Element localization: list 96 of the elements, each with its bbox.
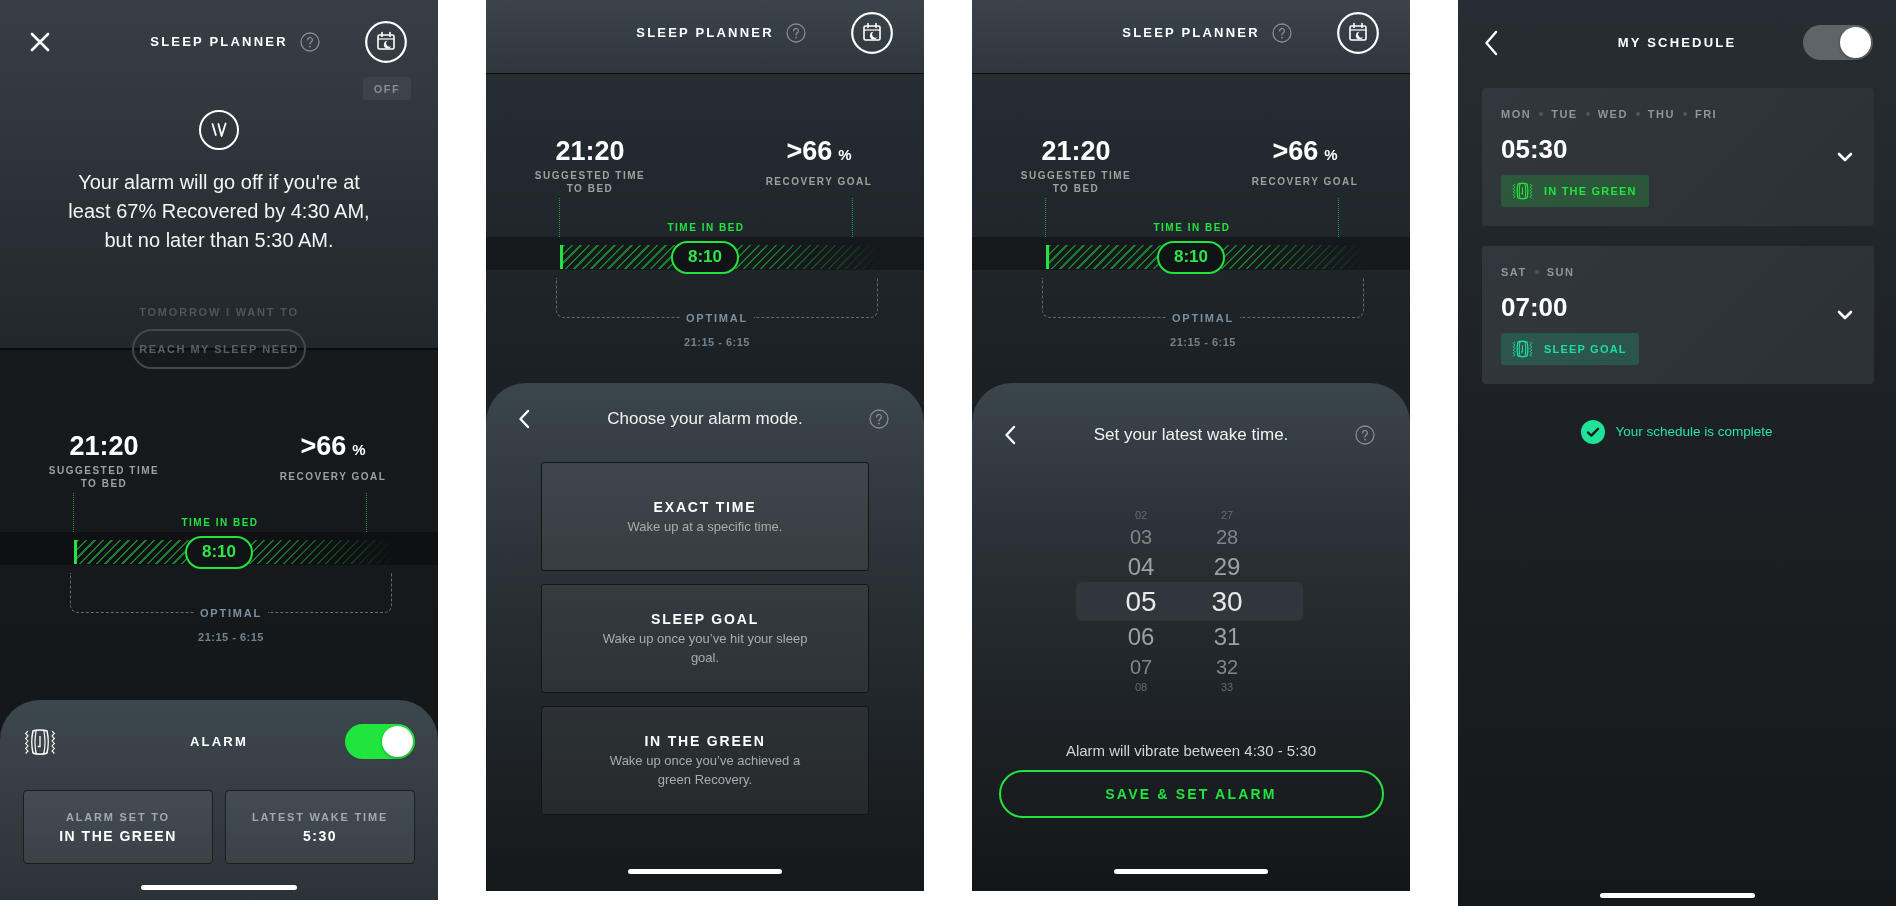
alarm-setting-button[interactable]: ALARM SET TO IN THE GREEN — [23, 790, 213, 864]
help-icon[interactable] — [1355, 425, 1375, 445]
calendar-icon[interactable] — [1337, 12, 1379, 54]
back-icon[interactable] — [518, 409, 530, 429]
optimal-label: OPTIMAL — [685, 311, 749, 325]
optimal-label: OPTIMAL — [1171, 311, 1235, 325]
help-icon[interactable] — [299, 32, 320, 52]
alarm-mode-option[interactable]: EXACT TIME Wake up at a specific time. — [541, 462, 869, 571]
wake-time: 05:30 — [1501, 133, 1568, 165]
calendar-icon[interactable] — [365, 21, 407, 63]
day-label: THU — [1647, 107, 1675, 121]
optimal-range-text: 21:15 - 6:15 — [1170, 335, 1236, 349]
wake-time: 07:00 — [1501, 291, 1568, 323]
time-in-bed-label: TIME IN BED — [1153, 221, 1231, 234]
marker-line — [1045, 198, 1046, 237]
status-message: Your schedule is complete — [1615, 423, 1773, 441]
mode-label: SLEEP GOAL — [1544, 342, 1627, 356]
time-in-bed-value: 8:10 — [185, 535, 253, 569]
check-circle-icon — [1581, 420, 1606, 444]
alarm-setting-button[interactable]: LATEST WAKE TIME 5:30 — [225, 790, 415, 864]
screen-title: SLEEP PLANNER — [636, 25, 774, 41]
screen-title: SLEEP PLANNER — [1122, 25, 1260, 41]
save-alarm-button[interactable]: SAVE & SET ALARM — [998, 770, 1384, 818]
bedtime-label: SUGGESTED TIME TO BED — [533, 168, 647, 195]
day-label: SUN — [1546, 265, 1575, 279]
help-icon[interactable] — [785, 23, 806, 43]
vibrating-watch-icon — [1511, 339, 1534, 359]
bedtime-value: 21:20 — [555, 135, 625, 168]
bedtime-value: 21:20 — [1041, 135, 1111, 168]
recovery-goal-label: RECOVERY GOAL — [1251, 175, 1359, 188]
hour-option[interactable]: 08 — [1134, 682, 1148, 693]
alarm-mode-option[interactable]: SLEEP GOAL Wake up once you’ve hit your sleep goal. — [541, 584, 869, 693]
day-label: MON — [1501, 107, 1532, 121]
hour-option[interactable]: 05 — [1125, 587, 1157, 616]
minute-option[interactable]: 29 — [1213, 554, 1241, 579]
alarm-condition-text: Your alarm will go off if you're at least 67% Recovered by 4:30 AM, but no later than 5:30 AM. — [67, 170, 371, 253]
hour-option[interactable]: 04 — [1127, 554, 1155, 579]
marker-line — [73, 493, 74, 532]
optimal-range-text: 21:15 - 6:15 — [198, 630, 264, 644]
status-badge: OFF — [363, 77, 411, 100]
day-label: WED — [1597, 107, 1628, 121]
minute-option[interactable]: 33 — [1220, 682, 1234, 693]
calendar-icon[interactable] — [851, 12, 893, 54]
help-icon[interactable] — [869, 409, 889, 429]
help-icon[interactable] — [1271, 23, 1292, 43]
recovery-goal-value: >66 — [300, 430, 347, 463]
sheet-title: Choose your alarm mode. — [607, 408, 803, 430]
percent-unit: % — [352, 441, 366, 458]
minute-option[interactable]: 31 — [1213, 624, 1241, 649]
vibrate-window-text: Alarm will vibrate between 4:30 - 5:30 — [1065, 742, 1317, 760]
screen-title: SLEEP PLANNER — [150, 34, 288, 50]
optimal-label: OPTIMAL — [199, 606, 263, 620]
recovery-goal-value: >66 — [786, 135, 833, 168]
schedule-card[interactable]: SAT SUN 07:00 SLEEP GOAL — [1482, 246, 1874, 384]
optimal-range-text: 21:15 - 6:15 — [684, 335, 750, 349]
screen-title: MY SCHEDULE — [1617, 34, 1737, 51]
chevron-down-icon[interactable] — [1837, 152, 1853, 162]
schedule-card[interactable]: MON TUE WED THU FRI 05:30 IN THE GREEN — [1482, 88, 1874, 226]
toggle-switch[interactable] — [1803, 25, 1873, 60]
minute-option[interactable]: 30 — [1211, 587, 1243, 616]
marker-line — [366, 493, 367, 532]
time-in-bed-value: 8:10 — [1157, 240, 1225, 274]
hour-option[interactable]: 07 — [1129, 656, 1153, 677]
chevron-down-icon[interactable] — [1837, 310, 1853, 320]
alarm-mode-option[interactable]: IN THE GREEN Wake up once you’ve achieved a green Recovery. — [541, 706, 869, 815]
percent-unit: % — [1324, 146, 1338, 163]
hour-option[interactable]: 06 — [1127, 624, 1155, 649]
sheet-title: Set your latest wake time. — [1093, 424, 1289, 446]
bedtime-label: SUGGESTED TIME TO BED — [47, 463, 161, 490]
recovery-goal-label: RECOVERY GOAL — [279, 470, 387, 483]
marker-line — [852, 198, 853, 237]
recovery-goal-label: RECOVERY GOAL — [765, 175, 873, 188]
toggle-switch[interactable] — [345, 724, 415, 759]
hour-option[interactable]: 03 — [1129, 526, 1153, 547]
logo-icon — [199, 110, 239, 150]
day-label: TUE — [1551, 107, 1578, 121]
minute-option[interactable]: 28 — [1215, 526, 1239, 547]
day-label: FRI — [1694, 107, 1718, 121]
marker-line — [1338, 198, 1339, 237]
close-icon[interactable] — [30, 32, 50, 52]
bedtime-value: 21:20 — [69, 430, 139, 463]
vibrating-watch-icon — [1511, 181, 1534, 201]
back-icon[interactable] — [1004, 425, 1016, 445]
time-in-bed-label: TIME IN BED — [667, 221, 745, 234]
minute-option[interactable]: 32 — [1215, 656, 1239, 677]
recovery-goal-value: >66 — [1272, 135, 1319, 168]
alarm-label: ALARM — [190, 734, 248, 749]
time-in-bed-label: TIME IN BED — [181, 516, 259, 529]
bedtime-label: SUGGESTED TIME TO BED — [1019, 168, 1133, 195]
mode-label: IN THE GREEN — [1544, 184, 1637, 198]
time-in-bed-value: 8:10 — [671, 240, 739, 274]
percent-unit: % — [838, 146, 852, 163]
back-icon[interactable] — [1484, 29, 1498, 56]
marker-line — [559, 198, 560, 237]
vibrating-watch-icon — [22, 726, 58, 757]
day-label: SAT — [1501, 265, 1527, 279]
